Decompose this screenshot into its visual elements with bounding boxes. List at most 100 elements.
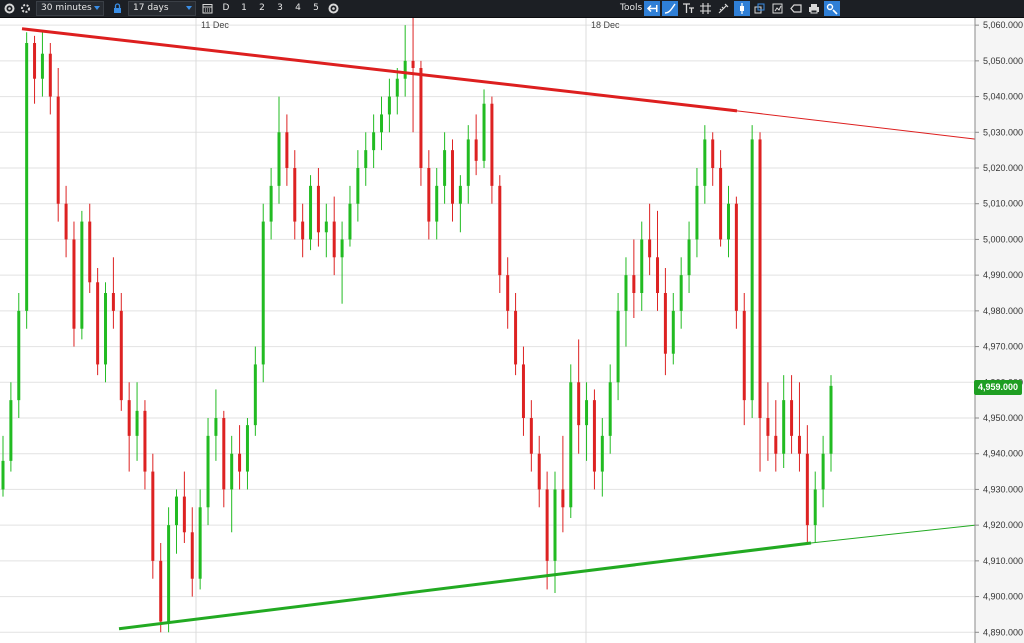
candle-up xyxy=(324,203,328,258)
calendar-icon[interactable] xyxy=(200,1,215,16)
crosshair-icon[interactable] xyxy=(734,1,750,16)
range-button-2[interactable]: 2 xyxy=(255,0,269,17)
candle-body xyxy=(466,139,470,186)
candle-body xyxy=(340,239,344,258)
candle-body xyxy=(482,103,486,161)
candle-body xyxy=(703,139,707,186)
candle-body xyxy=(174,496,178,526)
candle-body xyxy=(230,453,234,490)
candle-down xyxy=(758,132,762,472)
candle-body xyxy=(545,489,549,561)
candle-down xyxy=(490,96,494,204)
candlestick-chart[interactable]: 4,890.000 4,900.000 4,910.000 4,920.000 4,93… xyxy=(0,18,1024,643)
chevron-down-icon xyxy=(94,6,100,10)
candles xyxy=(1,18,833,633)
candle-body xyxy=(356,168,360,204)
candle-body xyxy=(80,221,84,329)
range-button-4[interactable]: 4 xyxy=(291,0,305,17)
candle-down xyxy=(301,203,305,258)
candle-body xyxy=(782,400,786,454)
candle-body xyxy=(1,460,5,490)
candle-up xyxy=(167,507,171,633)
candle-body xyxy=(750,139,754,401)
tag-icon[interactable] xyxy=(788,1,804,16)
candle-up xyxy=(40,32,44,97)
candle-body xyxy=(411,60,415,68)
range-button-d[interactable]: D xyxy=(219,0,233,17)
candle-down xyxy=(514,293,518,376)
candle-body xyxy=(656,257,660,293)
settings-icon[interactable] xyxy=(18,1,33,16)
y-tick-label: 4,990.000 xyxy=(983,270,1023,280)
candle-body xyxy=(766,418,770,436)
range-button-1[interactable]: 1 xyxy=(237,0,251,17)
candle-up xyxy=(348,185,352,247)
print-icon[interactable] xyxy=(806,1,822,16)
candle-up xyxy=(214,389,218,461)
chart-type-icon[interactable] xyxy=(770,1,786,16)
customize-icon[interactable] xyxy=(824,1,840,16)
candle-body xyxy=(719,168,723,240)
candle-up xyxy=(671,293,675,365)
candle-body xyxy=(514,310,518,365)
candle-down xyxy=(222,410,226,508)
candle-up xyxy=(821,435,825,508)
candle-body xyxy=(687,239,691,276)
lock-icon[interactable] xyxy=(110,1,125,16)
y-tick-label: 4,950.000 xyxy=(983,413,1023,423)
candle-body xyxy=(797,435,801,454)
candle-up xyxy=(569,364,573,518)
gear-icon[interactable] xyxy=(326,1,341,16)
y-tick-label: 4,910.000 xyxy=(983,556,1023,566)
candle-body xyxy=(742,310,746,401)
candle-body xyxy=(608,382,612,436)
candle-body xyxy=(261,221,265,365)
resistance-extension xyxy=(736,110,1009,144)
candle-down xyxy=(450,139,454,222)
y-tick-label: 5,050.000 xyxy=(983,56,1023,66)
interval-select[interactable]: 30 minutes xyxy=(36,1,104,16)
candle-down xyxy=(33,35,37,104)
candle-body xyxy=(790,400,794,436)
y-tick-label: 4,980.000 xyxy=(983,306,1023,316)
range-button-3[interactable]: 3 xyxy=(273,0,287,17)
candle-body xyxy=(269,185,273,222)
candle-down xyxy=(506,257,510,329)
candle-body xyxy=(490,103,494,186)
candle-body xyxy=(624,275,628,311)
range-select[interactable]: 17 days xyxy=(128,1,196,16)
grid-icon[interactable] xyxy=(698,1,714,16)
candle-down xyxy=(143,400,147,490)
candle-down xyxy=(711,132,715,186)
candle-body xyxy=(774,435,778,454)
y-tick-label: 5,030.000 xyxy=(983,127,1023,137)
candle-up xyxy=(640,221,644,311)
candle-up xyxy=(726,185,730,258)
candle-body xyxy=(316,185,320,233)
candle-body xyxy=(380,114,384,133)
range-button-5[interactable]: 5 xyxy=(309,0,323,17)
candle-body xyxy=(734,203,738,311)
candle-up xyxy=(230,435,234,533)
candle-up xyxy=(174,489,178,554)
interval-label: 30 minutes xyxy=(41,3,92,13)
candle-up xyxy=(364,132,368,186)
candle-down xyxy=(529,400,533,472)
candle-body xyxy=(427,168,431,222)
arrow-left-icon[interactable] xyxy=(644,1,660,16)
trendline-icon[interactable] xyxy=(662,1,678,16)
candle-up xyxy=(600,418,604,497)
candle-body xyxy=(561,489,565,508)
text-tool-icon[interactable] xyxy=(680,1,696,16)
y-tick-label: 4,940.000 xyxy=(983,449,1023,459)
gear-icon[interactable] xyxy=(2,1,17,16)
candle-body xyxy=(640,239,644,293)
layers-icon[interactable] xyxy=(752,1,768,16)
candle-down xyxy=(96,268,100,376)
candle-down xyxy=(72,221,76,347)
candle-body xyxy=(553,489,557,561)
pencil-icon[interactable] xyxy=(716,1,732,16)
candle-up xyxy=(608,364,612,454)
candle-body xyxy=(324,221,328,233)
candle-body xyxy=(821,453,825,490)
